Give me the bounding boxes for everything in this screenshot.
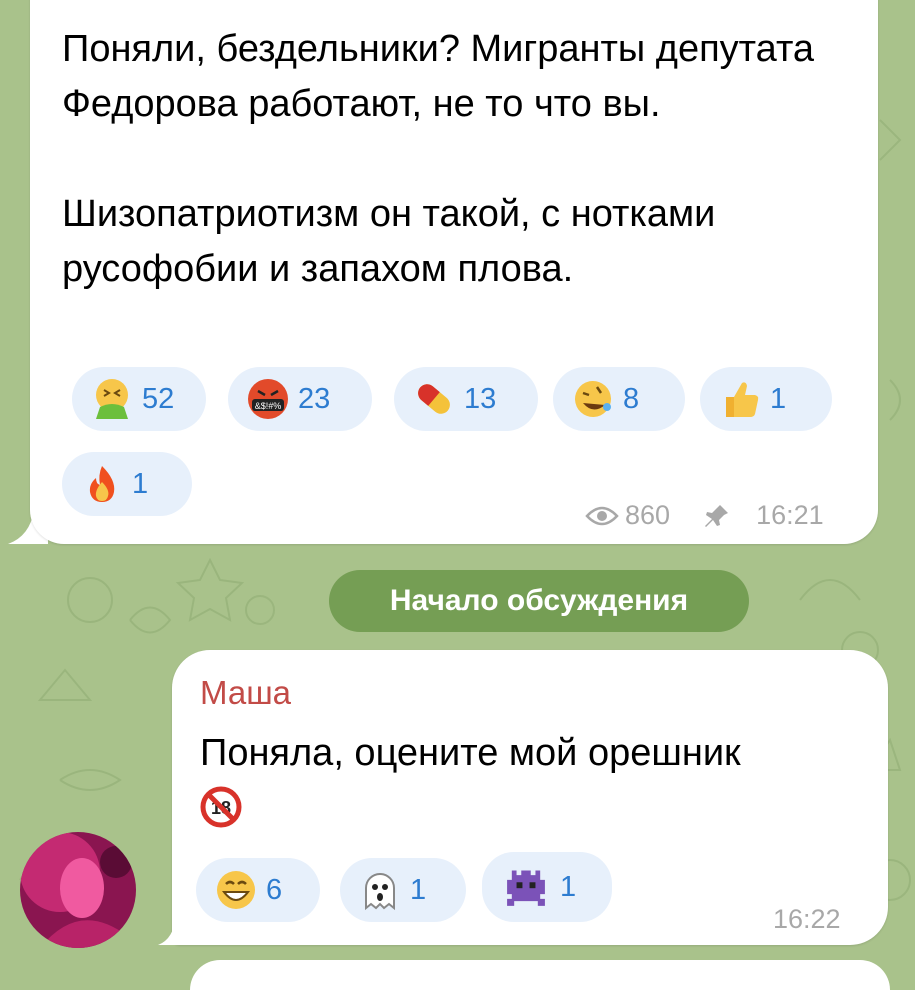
- reaction-count: 8: [623, 382, 640, 415]
- reaction-count: 1: [132, 467, 149, 500]
- sender-name[interactable]: Маша: [200, 674, 291, 712]
- comment-bubble-tail: [158, 915, 188, 945]
- reaction-cursing[interactable]: &$!#% 23: [228, 367, 372, 431]
- cursing-face-emoji: &$!#%: [248, 379, 288, 419]
- reaction-count: 23: [298, 382, 331, 415]
- post-meta: 860 16:21: [585, 500, 824, 531]
- fire-emoji: [89, 466, 115, 502]
- reaction-ghost[interactable]: 1: [340, 858, 466, 922]
- no-one-under-18-emoji: 18: [200, 786, 242, 828]
- reaction-vomit[interactable]: 52: [72, 367, 206, 431]
- post-time: 16:21: [756, 500, 824, 530]
- grinning-face-emoji: [217, 871, 255, 909]
- reaction-count: 13: [464, 382, 497, 415]
- reaction-fire[interactable]: 1: [62, 452, 192, 516]
- reaction-pill[interactable]: 13: [394, 367, 538, 431]
- avatar[interactable]: [20, 832, 136, 948]
- comment-text: Поняла, оцените мой орешник 18: [200, 728, 880, 828]
- reaction-count: 52: [142, 382, 175, 415]
- alien-monster-emoji: [507, 870, 545, 906]
- reaction-rofl[interactable]: 8: [553, 367, 685, 431]
- svg-text:&$!#%: &$!#%: [255, 401, 282, 411]
- reaction-count: 1: [410, 873, 427, 906]
- reaction-count: 1: [560, 870, 577, 903]
- reaction-count: 6: [266, 873, 283, 906]
- vomit-face-emoji: [96, 379, 128, 419]
- reaction-alien-monster[interactable]: 1: [482, 852, 612, 922]
- pin-icon: [705, 504, 729, 527]
- reaction-grinning[interactable]: 6: [196, 858, 320, 922]
- comment-text-content: Поняла, оцените мой орешник: [200, 732, 741, 774]
- post-text: Поняли, бездельники? Мигранты депутата Ф…: [62, 28, 815, 290]
- view-count: 860: [625, 500, 671, 530]
- discussion-start-label: Начало обсуждения: [329, 570, 749, 632]
- avatar-image: [20, 832, 136, 948]
- pill-emoji: [418, 384, 450, 414]
- eye-icon: [585, 506, 619, 525]
- comment-time: 16:22: [773, 904, 841, 934]
- rofl-emoji: [575, 381, 611, 417]
- ghost-emoji: [365, 873, 395, 911]
- reaction-count: 1: [770, 382, 787, 415]
- thumbs-up-emoji: [726, 382, 759, 417]
- next-message-bubble: [190, 960, 890, 990]
- reaction-thumbs-up[interactable]: 1: [700, 367, 832, 431]
